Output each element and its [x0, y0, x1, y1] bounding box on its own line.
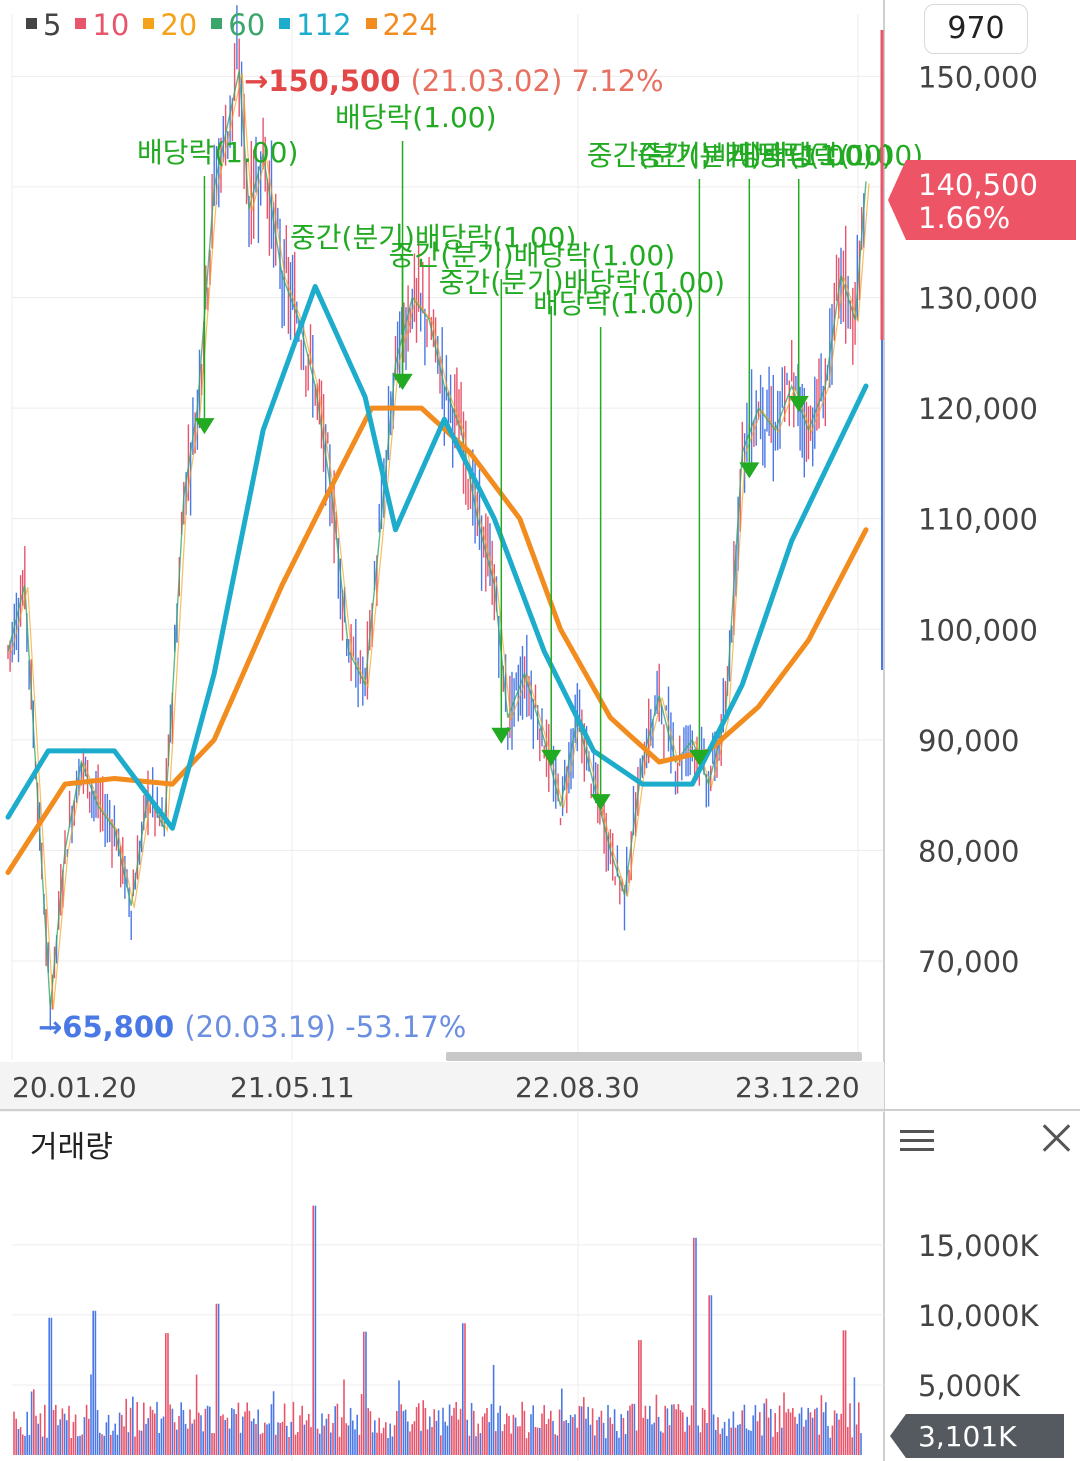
legend-item-5[interactable]: 5 [26, 8, 61, 42]
volume-current-label: 3,101K [918, 1420, 1017, 1453]
annotation-label: 배당락(1.00) [533, 287, 694, 320]
y-tick-label: 110,000 [918, 503, 1038, 537]
price-chart[interactable]: 150,000 130,000 120,000 110,000 100,000 90,00… [0, 0, 1080, 1112]
ma-legend: 5 10 20 60 112 224 [26, 8, 452, 42]
annotation-label: 배당락(1.00) [335, 101, 496, 134]
x-tick-label: 21.05.11 [230, 1071, 355, 1104]
legend-item-20[interactable]: 20 [143, 8, 197, 42]
x-tick-label: 20.01.20 [12, 1071, 137, 1104]
x-tick-label: 22.08.30 [515, 1071, 640, 1104]
close-icon[interactable] [1040, 1122, 1072, 1154]
y-tick-label: 100,000 [918, 613, 1038, 647]
y-tick-label: 120,000 [918, 392, 1038, 426]
current-price-label: 140,500 [918, 168, 1038, 202]
x-tick-label: 23.12.20 [735, 1071, 860, 1104]
legend-swatch [365, 17, 377, 29]
volume-tick-label: 5,000K [918, 1369, 1021, 1403]
legend-label: 224 [382, 8, 438, 42]
legend-swatch [143, 17, 155, 29]
legend-label: 60 [228, 8, 266, 42]
horizontal-scrollbar[interactable] [446, 1052, 862, 1061]
volume-panel [12, 1114, 884, 1461]
legend-swatch [279, 17, 291, 29]
legend-item-10[interactable]: 10 [75, 8, 129, 42]
y-tick-label: 150,000 [918, 60, 1038, 94]
min-price-marker: →65,800 (20.03.19) -53.17% [38, 1010, 466, 1044]
legend-item-60[interactable]: 60 [211, 8, 265, 42]
legend-label: 5 [43, 8, 62, 42]
volume-tick-label: 10,000K [918, 1299, 1039, 1333]
max-price-marker: →150,500 (21.03.02) 7.12% [244, 64, 664, 98]
legend-swatch [211, 17, 223, 29]
y-tick-label: 80,000 [918, 834, 1019, 868]
annotation-label: 배당락(1.00) [731, 139, 892, 172]
volume-title: 거래량 [30, 1130, 113, 1165]
annotation-label: 배당락(1.00) [137, 136, 298, 169]
volume-tick-label: 15,000K [918, 1229, 1039, 1263]
volume-chart[interactable]: 15,000K 10,000K 5,000K 3,101K [0, 1112, 1080, 1461]
legend-swatch [26, 17, 37, 29]
y-tick-label: 70,000 [918, 945, 1019, 979]
menu-icon[interactable] [900, 1124, 934, 1154]
legend-item-224[interactable]: 224 [365, 8, 438, 42]
legend-label: 112 [296, 8, 352, 42]
legend-label: 10 [92, 8, 130, 42]
current-change-label: 1.66% [918, 201, 1010, 235]
ma-count-box[interactable]: 970 [924, 4, 1028, 54]
stock-chart[interactable]: 150,000 130,000 120,000 110,000 100,000 90,00… [0, 0, 1080, 1461]
y-tick-label: 90,000 [918, 724, 1019, 758]
y-tick-label: 130,000 [918, 282, 1038, 316]
legend-label: 20 [160, 8, 198, 42]
legend-item-112[interactable]: 112 [279, 8, 352, 42]
legend-swatch [75, 17, 87, 29]
